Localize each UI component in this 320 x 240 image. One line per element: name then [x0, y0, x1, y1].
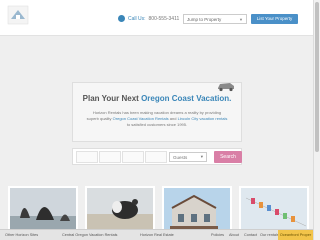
hero-desc-text: to satisfied customers since 1995.: [126, 122, 188, 127]
logo-icon[interactable]: [6, 4, 30, 26]
photo-sea-stacks[interactable]: [8, 186, 78, 231]
footer-nav: Other Horizon Sites Central Oregon Vacat…: [0, 229, 313, 240]
phone-number: 800-555-3411: [148, 15, 180, 22]
hero-card: Plan Your Next Oregon Coast Vacation. Ho…: [72, 82, 242, 142]
scrollbar-thumb[interactable]: [315, 2, 319, 152]
hero-desc-text: superb quality: [86, 116, 112, 121]
photo-victorian-house[interactable]: [162, 186, 232, 231]
nav-oceanfront-properties[interactable]: Oceanfront Proper: [278, 230, 313, 240]
photo-strip: [8, 186, 313, 231]
hero-title-highlight: Oregon Coast Vacation.: [141, 94, 232, 103]
search-bar: Guests ▾ Search: [72, 148, 242, 165]
phone-icon: [118, 15, 125, 22]
list-property-button[interactable]: List Your Property: [251, 14, 298, 24]
checkin-field[interactable]: [76, 151, 98, 163]
nav-contact[interactable]: Contact: [244, 233, 257, 237]
call-label: Call Us:: [128, 15, 146, 22]
nav-about[interactable]: About: [229, 233, 239, 237]
photo-kites[interactable]: [239, 186, 309, 231]
nav-our-rentals[interactable]: Our rentals: [260, 233, 279, 237]
hero-desc-text: Horizon Rentals has been making vacation…: [92, 110, 222, 115]
checkout-field[interactable]: [99, 151, 121, 163]
car-icon: [218, 83, 234, 92]
hero-title-prefix: Plan Your Next: [82, 94, 139, 103]
photo-dog-beach[interactable]: [85, 186, 155, 231]
hero-description: Horizon Rentals has been making vacation…: [79, 110, 235, 128]
site-header: Call Us: 800-555-3411 Jump to Property ▼…: [0, 0, 313, 36]
nav-policies[interactable]: Policies: [211, 233, 224, 237]
page: Call Us: 800-555-3411 Jump to Property ▼…: [0, 0, 313, 240]
hero-title: Plan Your Next Oregon Coast Vacation.: [73, 94, 241, 103]
guests-label: Guests: [173, 154, 188, 160]
chevron-down-icon: ▾: [200, 154, 203, 159]
lincoln-city-rentals-link[interactable]: Lincoln City vacation rentals: [178, 116, 228, 121]
chevron-down-icon: ▼: [239, 16, 243, 22]
location-field[interactable]: [145, 151, 167, 163]
jump-to-property-select[interactable]: Jump to Property ▼: [183, 14, 247, 24]
jump-select-value: Jump to Property: [187, 16, 222, 22]
search-button[interactable]: Search: [214, 151, 242, 163]
call-us[interactable]: Call Us: 800-555-3411: [118, 15, 179, 22]
nav-central-oregon-rentals[interactable]: Central Oregon Vacation Rentals: [62, 233, 117, 237]
nights-field[interactable]: [122, 151, 144, 163]
nav-horizon-real-estate[interactable]: Horizon Real Estate: [140, 233, 174, 237]
guests-select[interactable]: Guests ▾: [169, 152, 207, 162]
vertical-scrollbar[interactable]: [313, 0, 320, 240]
oregon-coast-rentals-link[interactable]: Oregon Coast Vacation Rentals: [113, 116, 169, 121]
nav-other-horizon-sites[interactable]: Other Horizon Sites: [5, 233, 38, 237]
hero-desc-text: and: [169, 116, 177, 121]
